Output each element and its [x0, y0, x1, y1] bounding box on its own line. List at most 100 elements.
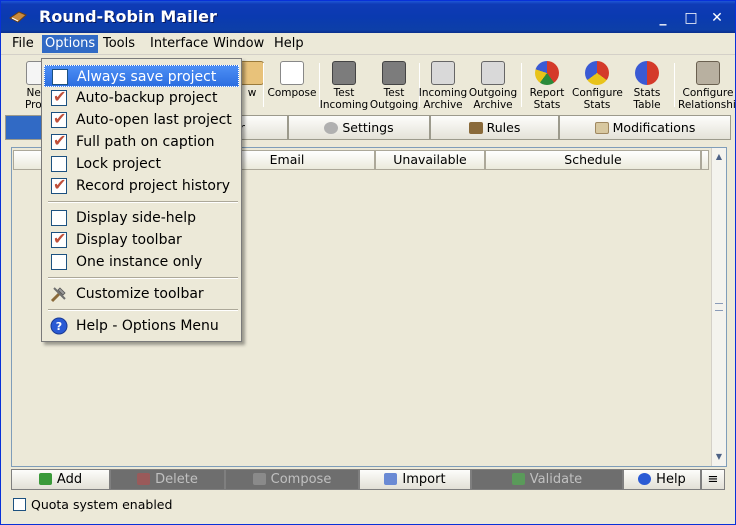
menu-item-full-path-on-caption[interactable]: ✔ Full path on caption: [44, 131, 239, 153]
tool-configure-stats[interactable]: Configure Stats: [572, 59, 623, 113]
menu-item-label: Auto-open last project: [76, 112, 232, 128]
checkbox-checked-icon: ✔: [51, 109, 67, 128]
tool-test-incoming[interactable]: Test Incoming: [319, 59, 369, 113]
menu-tools[interactable]: Tools: [100, 35, 138, 53]
menu-options[interactable]: Options: [42, 35, 99, 53]
add-button-label: Add: [56, 472, 83, 487]
tool-label: Configure: [682, 87, 734, 99]
configure-relationships-icon: [696, 61, 720, 85]
import-button[interactable]: Import: [359, 469, 471, 490]
checkbox-checked-icon: ✔: [51, 87, 67, 106]
menu-help[interactable]: Help: [271, 35, 307, 53]
tool-label: Archive: [423, 99, 463, 111]
tab-modifications-label: Modifications: [612, 120, 696, 135]
tab-rules[interactable]: Rules: [430, 115, 559, 140]
delete-button-label: Delete: [155, 472, 198, 487]
tool-label: Incoming: [418, 87, 468, 99]
gear-icon: [324, 122, 339, 134]
compose-icon: [252, 473, 266, 485]
menu-file[interactable]: File: [9, 35, 37, 53]
mailer-app-icon: [9, 11, 27, 23]
help-button-label: Help: [656, 472, 686, 487]
more-menu-button[interactable]: ≡: [701, 469, 725, 490]
toolbar-separator: [674, 63, 675, 107]
tab-modifications[interactable]: Modifications: [559, 115, 731, 140]
menu-window[interactable]: Window: [210, 35, 267, 53]
scroll-up-icon[interactable]: ▲: [713, 150, 725, 164]
compose-button[interactable]: Compose: [225, 469, 359, 490]
tool-configure-relationships[interactable]: Configure Relationships: [678, 59, 736, 113]
column-header-unavailable[interactable]: Unavailable: [375, 150, 485, 170]
tool-label: Test: [383, 87, 405, 99]
delete-icon: [137, 473, 151, 485]
svg-text:?: ?: [56, 320, 62, 333]
tool-outgoing-archive[interactable]: Outgoing Archive: [468, 59, 518, 113]
close-button[interactable]: ✕: [707, 9, 727, 27]
quota-checkbox-row[interactable]: Quota system enabled: [13, 497, 172, 512]
tool-label: Relationships: [678, 99, 736, 111]
compose-button-label: Compose: [270, 472, 332, 487]
menu-item-display-side-help[interactable]: Display side-help: [44, 207, 239, 229]
column-header-extra[interactable]: [701, 150, 709, 170]
tool-compose[interactable]: Compose: [267, 59, 317, 113]
menu-item-auto-backup-project[interactable]: ✔ Auto-backup project: [44, 87, 239, 109]
minimize-button[interactable]: _: [653, 9, 673, 27]
checkbox-unchecked-icon: [52, 69, 68, 85]
menu-item-label: One instance only: [76, 254, 203, 270]
tool-label: Compose: [267, 87, 317, 99]
quota-checkbox[interactable]: [13, 498, 26, 511]
menu-item-label: Customize toolbar: [76, 286, 204, 302]
menu-item-lock-project[interactable]: Lock project: [44, 153, 239, 175]
tab-rules-label: Rules: [486, 120, 521, 135]
quota-label: Quota system enabled: [31, 497, 173, 512]
menu-item-customize-toolbar[interactable]: Customize toolbar: [44, 283, 239, 305]
import-button-label: Import: [402, 472, 446, 487]
menu-separator: [48, 201, 238, 203]
tool-label: Stats: [583, 99, 611, 111]
menu-item-always-save-project[interactable]: Always save project: [44, 65, 239, 87]
scroll-thumb[interactable]: [715, 303, 723, 311]
maximize-button[interactable]: □: [681, 9, 701, 27]
checkbox-unchecked-icon: [51, 156, 67, 172]
column-header-schedule[interactable]: Schedule: [485, 150, 701, 170]
tool-label: Configure: [572, 87, 623, 99]
menu-item-label: Full path on caption: [76, 134, 215, 150]
menu-item-help-options-menu[interactable]: ? Help - Options Menu: [44, 315, 239, 337]
menu-item-record-project-history[interactable]: ✔ Record project history: [44, 175, 239, 197]
menu-item-label: Always save project: [77, 69, 217, 85]
outgoing-archive-icon: [481, 61, 505, 85]
checkbox-checked-icon: ✔: [51, 229, 67, 248]
menu-item-display-toolbar[interactable]: ✔ Display toolbar: [44, 229, 239, 251]
scroll-down-icon[interactable]: ▼: [713, 450, 725, 464]
menu-item-label: Display toolbar: [76, 232, 182, 248]
menu-item-auto-open-last-project[interactable]: ✔ Auto-open last project: [44, 109, 239, 131]
tool-label: Outgoing: [468, 87, 518, 99]
title-bar[interactable]: Round-Robin Mailer _ □ ✕: [1, 1, 735, 33]
tool-label: Test: [333, 87, 355, 99]
help-button[interactable]: Help: [623, 469, 701, 490]
tool-report-stats[interactable]: Report Stats: [522, 59, 572, 113]
delete-button[interactable]: Delete: [110, 469, 225, 490]
add-icon: [38, 473, 52, 485]
tool-test-outgoing[interactable]: Test Outgoing: [369, 59, 419, 113]
tool-incoming-archive[interactable]: Incoming Archive: [418, 59, 468, 113]
checkbox-unchecked-icon: [51, 210, 67, 226]
validate-button[interactable]: Validate: [471, 469, 623, 490]
test-incoming-icon: [332, 61, 356, 85]
report-stats-icon: [535, 61, 559, 85]
tool-label: Table: [633, 99, 661, 111]
compose-icon: [280, 61, 304, 85]
tab-settings[interactable]: Settings: [288, 115, 430, 140]
add-button[interactable]: Add: [11, 469, 110, 490]
vertical-scrollbar[interactable]: ▲ ▼: [711, 148, 726, 466]
menu-item-one-instance-only[interactable]: One instance only: [44, 251, 239, 273]
menu-interface[interactable]: Interface: [147, 35, 211, 53]
help-icon: ?: [50, 317, 68, 335]
app-window: Round-Robin Mailer _ □ ✕ File Options To…: [0, 0, 736, 525]
checkbox-checked-icon: ✔: [51, 131, 67, 150]
tool-stats-table[interactable]: Stats Table: [622, 59, 672, 113]
view-icon: [240, 61, 264, 85]
tool-label: Incoming: [319, 99, 369, 111]
checkbox-unchecked-icon: [51, 254, 67, 270]
menu-item-label: Record project history: [76, 178, 231, 194]
